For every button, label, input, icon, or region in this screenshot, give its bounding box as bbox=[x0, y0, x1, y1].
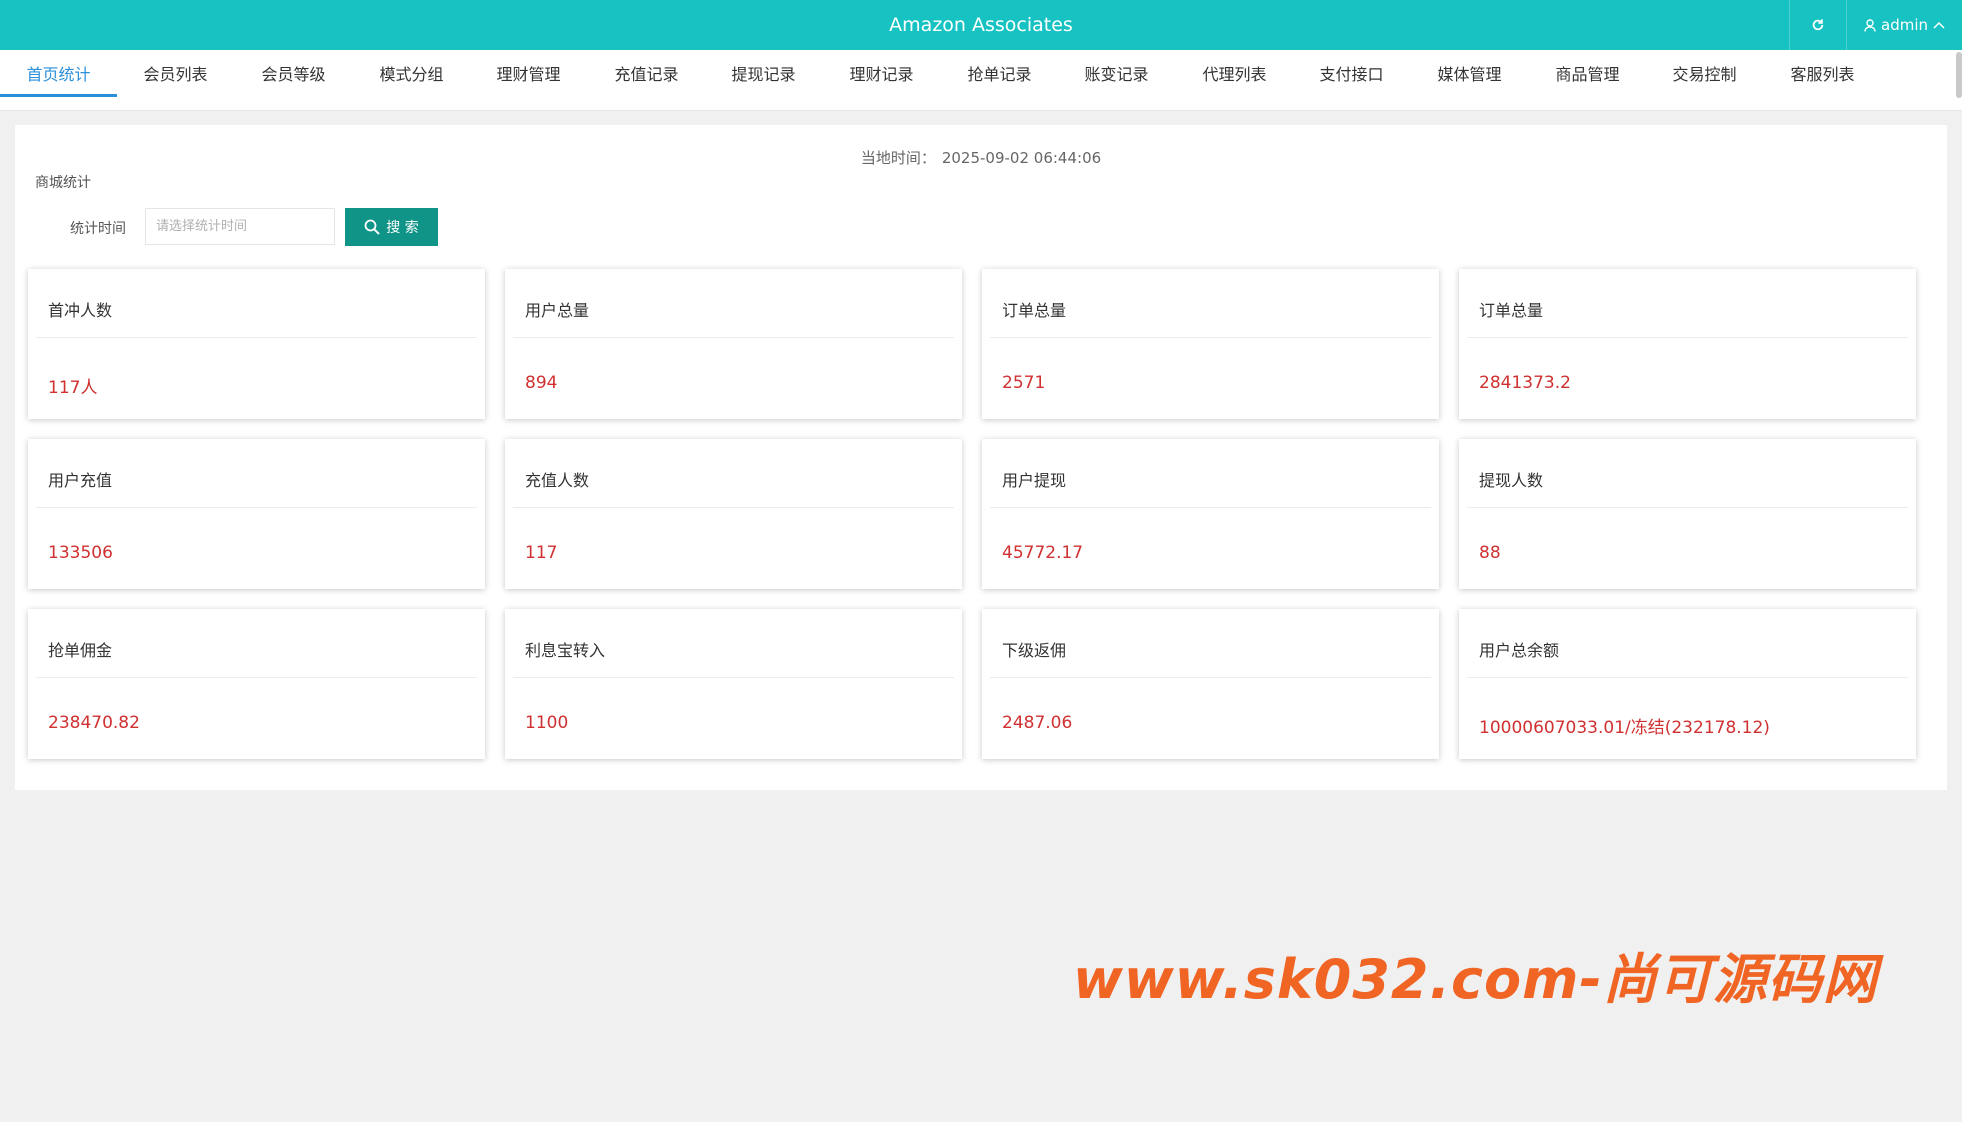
stat-card-total-balance: 用户总余额 10000607033.01/冻结(232178.12) bbox=[1459, 609, 1916, 759]
nav-scrollbar[interactable] bbox=[1956, 52, 1962, 98]
chevron-up-icon bbox=[1933, 21, 1945, 29]
tab-media-manage[interactable]: 媒体管理 bbox=[1411, 50, 1528, 110]
user-menu[interactable]: admin bbox=[1846, 0, 1962, 50]
tab-recharge-records[interactable]: 充值记录 bbox=[588, 50, 705, 110]
watermark-text: www.sk032.com-尚可源码网 bbox=[1073, 948, 1878, 1011]
stat-card-user-recharge: 用户充值 133506 bbox=[28, 439, 485, 589]
card-value: 1100 bbox=[525, 713, 569, 733]
search-icon bbox=[364, 219, 380, 235]
card-value: 2841373.2 bbox=[1479, 373, 1571, 393]
card-divider bbox=[36, 677, 477, 678]
stats-panel: 当地时间： 2025-09-02 06:44:06 商城统计 统计时间 搜 索 首… bbox=[15, 125, 1947, 790]
card-value: 88 bbox=[1479, 543, 1501, 563]
card-divider bbox=[513, 677, 954, 678]
card-title: 用户总余额 bbox=[1479, 641, 1560, 660]
card-value: 894 bbox=[525, 373, 558, 393]
stat-card-recharge-users: 充值人数 117 bbox=[505, 439, 962, 589]
tab-member-list[interactable]: 会员列表 bbox=[117, 50, 234, 110]
card-title: 首冲人数 bbox=[48, 301, 113, 320]
card-title: 用户提现 bbox=[1002, 471, 1067, 490]
card-divider bbox=[990, 677, 1431, 678]
tab-account-change-records[interactable]: 账变记录 bbox=[1058, 50, 1175, 110]
tab-trade-control[interactable]: 交易控制 bbox=[1646, 50, 1763, 110]
search-button[interactable]: 搜 索 bbox=[345, 208, 438, 246]
card-divider bbox=[1467, 677, 1908, 678]
tab-mode-group[interactable]: 模式分组 bbox=[353, 50, 470, 110]
search-button-label: 搜 索 bbox=[386, 220, 419, 236]
stat-card-withdraw-users: 提现人数 88 bbox=[1459, 439, 1916, 589]
card-title: 订单总量 bbox=[1002, 301, 1067, 320]
refresh-icon bbox=[1812, 19, 1824, 31]
stat-card-total-users: 用户总量 894 bbox=[505, 269, 962, 419]
card-title: 提现人数 bbox=[1479, 471, 1544, 490]
card-value: 238470.82 bbox=[48, 713, 140, 733]
stat-card-first-recharge-users: 首冲人数 117人 bbox=[28, 269, 485, 419]
card-divider bbox=[1467, 507, 1908, 508]
filter-label: 统计时间 bbox=[70, 221, 126, 237]
card-title: 订单总量 bbox=[1479, 301, 1544, 320]
card-value: 45772.17 bbox=[1002, 543, 1084, 563]
user-name: admin bbox=[1881, 16, 1928, 34]
card-divider bbox=[1467, 337, 1908, 338]
top-bar: Amazon Associates admin bbox=[0, 0, 1962, 50]
card-value: 10000607033.01/冻结(232178.12) bbox=[1479, 718, 1770, 738]
local-time-value: 2025-09-02 06:44:06 bbox=[941, 149, 1102, 167]
tab-customer-service-list[interactable]: 客服列表 bbox=[1764, 50, 1881, 110]
card-divider bbox=[990, 337, 1431, 338]
refresh-button[interactable] bbox=[1789, 0, 1846, 50]
card-title: 下级返佣 bbox=[1002, 641, 1067, 660]
card-divider bbox=[990, 507, 1431, 508]
card-divider bbox=[36, 337, 477, 338]
tab-finance-records[interactable]: 理财记录 bbox=[823, 50, 940, 110]
card-divider bbox=[513, 507, 954, 508]
card-value: 2571 bbox=[1002, 373, 1046, 393]
tab-withdraw-records[interactable]: 提现记录 bbox=[705, 50, 822, 110]
card-title: 利息宝转入 bbox=[525, 641, 606, 660]
tab-product-manage[interactable]: 商品管理 bbox=[1529, 50, 1646, 110]
card-value: 133506 bbox=[48, 543, 113, 563]
section-title: 商城统计 bbox=[35, 175, 91, 191]
app-title: Amazon Associates bbox=[889, 14, 1073, 36]
card-title: 充值人数 bbox=[525, 471, 590, 490]
nav-tabs: 首页统计 会员列表 会员等级 模式分组 理财管理 充值记录 提现记录 理财记录 … bbox=[0, 50, 1962, 111]
tab-payment-interface[interactable]: 支付接口 bbox=[1293, 50, 1410, 110]
stat-card-interest-transfer: 利息宝转入 1100 bbox=[505, 609, 962, 759]
stat-card-user-withdraw: 用户提现 45772.17 bbox=[982, 439, 1439, 589]
user-icon bbox=[1864, 18, 1876, 32]
local-time-label: 当地时间： bbox=[860, 149, 936, 167]
card-divider bbox=[36, 507, 477, 508]
card-value: 2487.06 bbox=[1002, 713, 1073, 733]
tab-finance-manage[interactable]: 理财管理 bbox=[470, 50, 587, 110]
card-value: 117人 bbox=[48, 378, 98, 398]
tab-member-level[interactable]: 会员等级 bbox=[235, 50, 352, 110]
tab-home-stats[interactable]: 首页统计 bbox=[0, 50, 117, 97]
tab-grab-order-records[interactable]: 抢单记录 bbox=[941, 50, 1058, 110]
top-bar-actions: admin bbox=[1789, 0, 1962, 50]
local-time: 当地时间： 2025-09-02 06:44:06 bbox=[15, 147, 1947, 168]
card-title: 用户充值 bbox=[48, 471, 113, 490]
card-title: 抢单佣金 bbox=[48, 641, 113, 660]
card-title: 用户总量 bbox=[525, 301, 590, 320]
stat-card-grab-commission: 抢单佣金 238470.82 bbox=[28, 609, 485, 759]
stat-card-subordinate-rebate: 下级返佣 2487.06 bbox=[982, 609, 1439, 759]
tab-agent-list[interactable]: 代理列表 bbox=[1176, 50, 1293, 110]
stats-time-input[interactable] bbox=[145, 208, 335, 245]
card-divider bbox=[513, 337, 954, 338]
card-value: 117 bbox=[525, 543, 558, 563]
stat-card-total-order-amount: 订单总量 2841373.2 bbox=[1459, 269, 1916, 419]
stat-card-total-orders: 订单总量 2571 bbox=[982, 269, 1439, 419]
